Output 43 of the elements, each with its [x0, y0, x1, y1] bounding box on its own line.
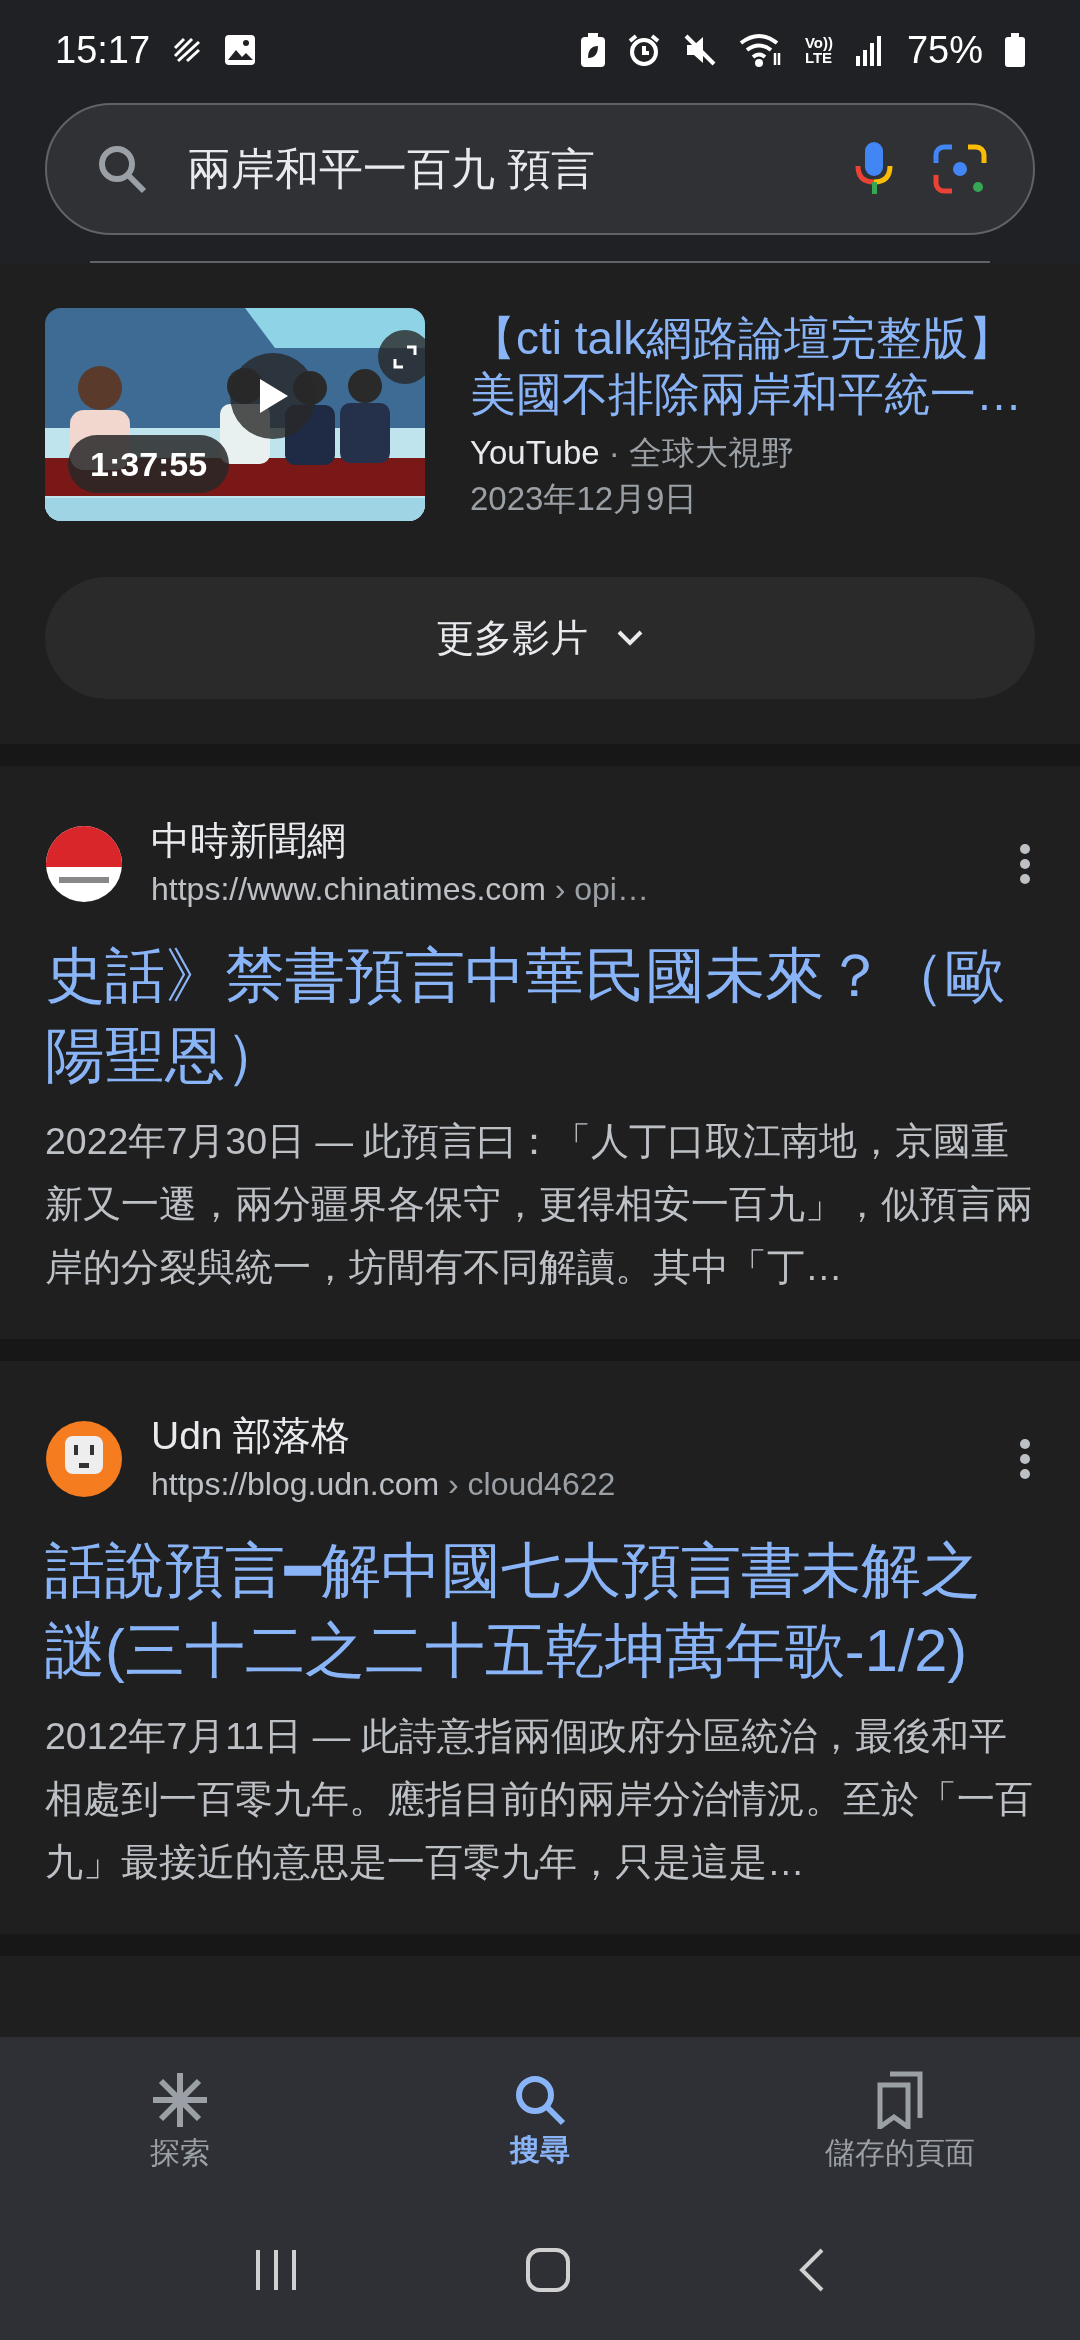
- wifi-icon: [738, 33, 783, 67]
- image-icon: [224, 34, 257, 66]
- url-path: › opi…: [553, 871, 649, 907]
- video-source: YouTube: [470, 434, 600, 471]
- news-logo-icon: [45, 825, 123, 903]
- result-url: https://www.chinatimes.com: [151, 871, 546, 907]
- more-options-icon[interactable]: [1019, 1439, 1031, 1479]
- result-url: https://blog.udn.com: [151, 1466, 440, 1502]
- video-date: 2023年12月9日: [470, 479, 699, 519]
- site-name: Udn 部落格: [151, 1413, 352, 1459]
- battery-icon: [1005, 33, 1025, 67]
- bookmarks-icon: [877, 2071, 923, 2129]
- search-icon: [514, 2074, 566, 2126]
- more-options-icon[interactable]: [1019, 844, 1031, 884]
- battery-saver-icon: [580, 33, 605, 67]
- recent-apps-icon[interactable]: [253, 2248, 298, 2292]
- result-title[interactable]: 史話》禁書預言中華民國未來？（歐陽聖恩）: [45, 936, 1035, 1096]
- expand-icon: [393, 345, 417, 369]
- clock-time: 15:17: [55, 28, 151, 72]
- more-videos-button[interactable]: 更多影片: [45, 577, 1035, 699]
- result-snippet: 2012年7月11日 — 此詩意指兩個政府分區統治，最後和平相處到一百零九年。應指目前的兩岸分治情況。至於「一百九」最接近的意思是一百零九年，只是這是…: [45, 1714, 1034, 1885]
- chevron-down-icon: [616, 629, 644, 647]
- nav-tab[interactable]: 儲存的頁面: [750, 2070, 1050, 2175]
- video-duration: 1:37:55: [68, 435, 230, 493]
- home-icon[interactable]: [525, 2247, 571, 2293]
- search-icon: [97, 144, 147, 194]
- search-input[interactable]: 兩岸和平一百九 預言: [185, 143, 816, 195]
- alarm-icon: [626, 33, 661, 67]
- nav-tab[interactable]: 搜尋: [390, 2073, 690, 2172]
- search-bar[interactable]: 兩岸和平一百九 預言: [45, 103, 1035, 235]
- mute-icon: [682, 33, 717, 67]
- result-title[interactable]: 話說預言━解中國七大預言書未解之謎(三十二之二十五乾坤萬年歌-1/2): [45, 1531, 1035, 1691]
- nav-tab[interactable]: 探索: [30, 2070, 330, 2175]
- url-path: › cloud4622: [447, 1466, 616, 1502]
- video-title[interactable]: 【cti talk網路論壇完整版】美國不排除兩岸和平統一…: [470, 310, 1035, 422]
- outlet-logo-icon: [45, 1420, 123, 1498]
- site-name: 中時新聞網: [151, 818, 347, 864]
- data-saver-icon: [172, 36, 203, 64]
- channel-name: · 全球大視野: [608, 434, 795, 471]
- asterisk-icon: [151, 2071, 209, 2129]
- result-snippet: 2022年7月30日 — 此預言曰：「人丁口取江南地，京國重新又一遷，兩分疆界各保守，更得相安一百九」，似預言兩岸的分裂與統一，坊間有不同解讀。其中「丁…: [45, 1119, 1034, 1290]
- battery-percent: 75%: [906, 28, 983, 72]
- volte-indicator: Vo)) LTE: [804, 35, 833, 65]
